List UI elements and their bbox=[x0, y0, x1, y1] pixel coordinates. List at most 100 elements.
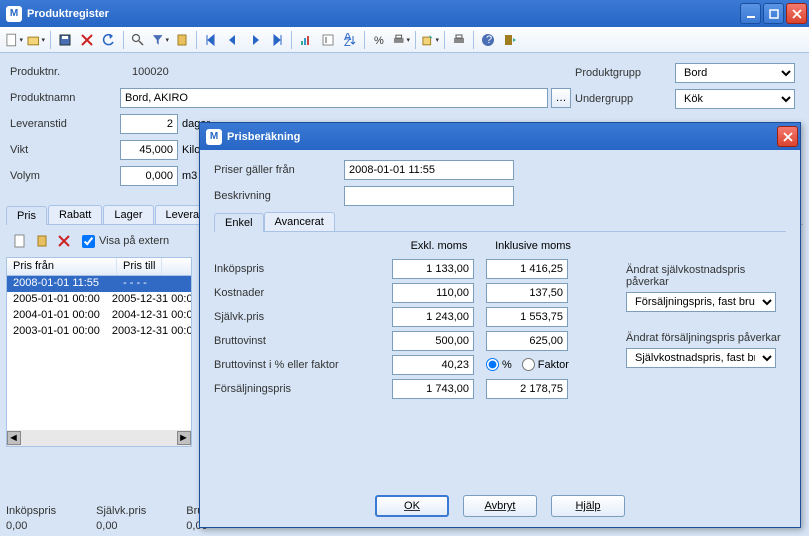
next-button[interactable] bbox=[245, 30, 265, 50]
main-toolbar: AZ % ? bbox=[0, 27, 809, 53]
tab-rabatt[interactable]: Rabatt bbox=[48, 205, 102, 224]
price-list-scrollbar[interactable]: ◄► bbox=[7, 430, 191, 446]
chart-button[interactable] bbox=[296, 30, 316, 50]
kostnader-label: Kostnader bbox=[214, 287, 392, 299]
bruttovinst-pct-input[interactable] bbox=[392, 355, 474, 375]
inkopspris-in-input[interactable] bbox=[486, 259, 568, 279]
volym-label: Volym bbox=[10, 170, 120, 182]
print2-button[interactable] bbox=[449, 30, 469, 50]
dtab-avancerat[interactable]: Avancerat bbox=[264, 212, 335, 231]
new-button[interactable] bbox=[4, 30, 24, 50]
bruttovinst-ex-input[interactable] bbox=[392, 331, 474, 351]
forsaljningspris-ex-input[interactable] bbox=[392, 379, 474, 399]
tab-pris[interactable]: Pris bbox=[6, 206, 47, 225]
vikt-input[interactable] bbox=[120, 140, 178, 160]
andrat-sjalv-select[interactable]: Försäljningspris, fast bruttc bbox=[626, 292, 776, 312]
vikt-unit: Kilo bbox=[182, 144, 200, 156]
open-button[interactable] bbox=[26, 30, 46, 50]
last-button[interactable] bbox=[267, 30, 287, 50]
avbryt-button[interactable]: Avbryt bbox=[463, 495, 537, 517]
sjalvkpris-ex-input[interactable] bbox=[392, 307, 474, 327]
price-row[interactable]: 2004-01-01 00:002004-12-31 00:00 bbox=[7, 308, 191, 324]
help-button[interactable]: ? bbox=[478, 30, 498, 50]
close-button[interactable] bbox=[786, 3, 807, 24]
summary-inkopspris-label: Inköpspris bbox=[6, 505, 56, 517]
bruttovinst-pct-label: Bruttovinst i % eller faktor bbox=[214, 359, 392, 371]
forsaljningspris-label: Försäljningspris bbox=[214, 383, 392, 395]
delete-button[interactable] bbox=[77, 30, 97, 50]
undergrupp-label: Undergrupp bbox=[575, 93, 675, 105]
filter-button[interactable] bbox=[150, 30, 170, 50]
price-list[interactable]: Pris från Pris till 2008-01-01 11:55- - … bbox=[6, 257, 192, 447]
summary-sjalvkpris: 0,00 bbox=[96, 520, 146, 532]
print-button[interactable] bbox=[391, 30, 411, 50]
maximize-button[interactable] bbox=[763, 3, 784, 24]
produktnamn-label: Produktnamn bbox=[10, 92, 120, 104]
price-edit-button[interactable] bbox=[32, 231, 52, 251]
volym-unit: m3 bbox=[182, 170, 197, 182]
dialog-icon: M bbox=[206, 129, 222, 145]
sort-button[interactable]: AZ bbox=[340, 30, 360, 50]
sjalvkpris-in-input[interactable] bbox=[486, 307, 568, 327]
kostnader-in-input[interactable] bbox=[486, 283, 568, 303]
tab-lager[interactable]: Lager bbox=[103, 205, 153, 224]
dialog-close-button[interactable] bbox=[777, 126, 798, 147]
price-delete-button[interactable] bbox=[54, 231, 74, 251]
dialog-title: Prisberäkning bbox=[227, 131, 300, 143]
priser-fran-input[interactable] bbox=[344, 160, 514, 180]
beskrivning-input[interactable] bbox=[344, 186, 514, 206]
price-new-button[interactable] bbox=[10, 231, 30, 251]
produktgrupp-label: Produktgrupp bbox=[575, 67, 675, 79]
save-button[interactable] bbox=[55, 30, 75, 50]
exit-button[interactable] bbox=[500, 30, 520, 50]
price-row[interactable]: 2005-01-01 00:002005-12-31 00:00 bbox=[7, 292, 191, 308]
hjalp-button[interactable]: Hjälp bbox=[551, 495, 625, 517]
dialog-titlebar: M Prisberäkning bbox=[200, 123, 800, 150]
percent-button[interactable]: % bbox=[369, 30, 389, 50]
bruttovinst-in-input[interactable] bbox=[486, 331, 568, 351]
bruttovinst-label: Bruttovinst bbox=[214, 335, 392, 347]
first-button[interactable] bbox=[201, 30, 221, 50]
radio-percent[interactable]: % bbox=[486, 358, 512, 371]
price-calculation-dialog: M Prisberäkning Priser gäller från Beskr… bbox=[199, 122, 801, 528]
minimize-button[interactable] bbox=[740, 3, 761, 24]
search-button[interactable] bbox=[128, 30, 148, 50]
summary-row: Inköpspris0,00 Självk.pris0,00 Bruttovi0… bbox=[6, 505, 224, 532]
price-col-to: Pris till bbox=[117, 258, 162, 275]
inkopspris-ex-input[interactable] bbox=[392, 259, 474, 279]
dtab-enkel[interactable]: Enkel bbox=[214, 213, 264, 232]
col-inkl-moms: Inklusive moms bbox=[486, 240, 580, 252]
price-row[interactable]: 2008-01-01 11:55- - - - bbox=[7, 276, 191, 292]
price-row[interactable]: 2003-01-01 00:002003-12-31 00:00 bbox=[7, 324, 191, 340]
settings-button[interactable] bbox=[172, 30, 192, 50]
forsaljningspris-in-input[interactable] bbox=[486, 379, 568, 399]
window-title: Produktregister bbox=[27, 8, 109, 20]
ok-button[interactable]: OK bbox=[375, 495, 449, 517]
produktnr-value: 100020 bbox=[132, 66, 169, 78]
leveranstid-input[interactable] bbox=[120, 114, 178, 134]
visa-extern-checkbox[interactable]: Visa på extern bbox=[82, 235, 169, 248]
export-button[interactable] bbox=[420, 30, 440, 50]
summary-sjalvkpris-label: Självk.pris bbox=[96, 505, 146, 517]
andrat-fors-select[interactable]: Självkostnadspris, fast bru bbox=[626, 348, 776, 368]
produktnamn-input[interactable] bbox=[120, 88, 548, 108]
volym-input[interactable] bbox=[120, 166, 178, 186]
radio-faktor[interactable]: Faktor bbox=[522, 358, 569, 371]
produktgrupp-select[interactable]: Bord bbox=[675, 63, 795, 83]
leveranstid-label: Leveranstid bbox=[10, 118, 120, 130]
produktnr-label: Produktnr. bbox=[10, 66, 120, 78]
undo-button[interactable] bbox=[99, 30, 119, 50]
andrat-sjalv-label: Ändrat självkostnadspris påverkar bbox=[626, 264, 786, 288]
andrat-fors-label: Ändrat försäljningspris påverkar bbox=[626, 332, 786, 344]
main-titlebar: M Produktregister bbox=[0, 0, 809, 27]
col-exkl-moms: Exkl. moms bbox=[392, 240, 486, 252]
app-icon: M bbox=[6, 6, 22, 22]
produktnamn-lookup-button[interactable]: … bbox=[551, 88, 571, 108]
svg-text:%: % bbox=[374, 35, 384, 47]
svg-text:?: ? bbox=[486, 34, 492, 46]
tasks-button[interactable] bbox=[318, 30, 338, 50]
sjalvkpris-label: Självk.pris bbox=[214, 311, 392, 323]
undergrupp-select[interactable]: Kök bbox=[675, 89, 795, 109]
kostnader-ex-input[interactable] bbox=[392, 283, 474, 303]
prev-button[interactable] bbox=[223, 30, 243, 50]
